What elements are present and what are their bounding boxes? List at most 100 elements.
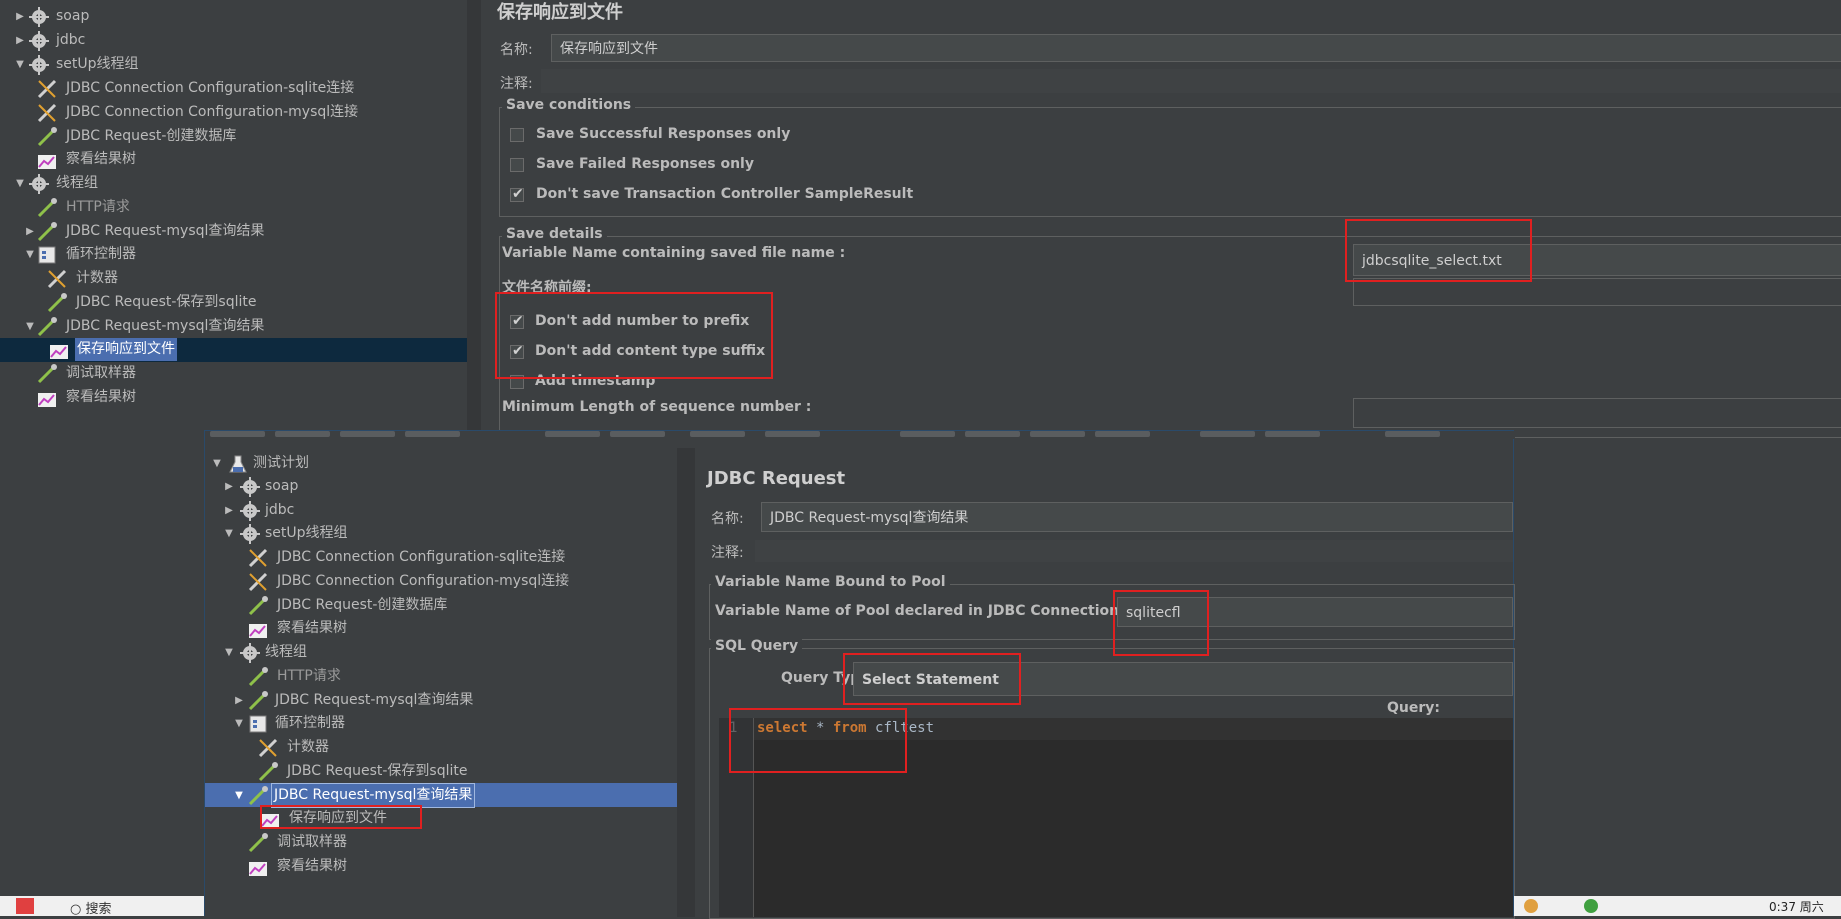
tree-item-jdbc-config-mysql[interactable]: JDBC Connection Configuration-mysql连接: [36, 101, 360, 124]
tree-item-label: JDBC Request-mysql查询结果: [66, 318, 265, 334]
query-label: Query:: [1387, 700, 1440, 716]
toolbar-button[interactable]: [275, 431, 330, 437]
tree-item-jdbc-save-sqlite[interactable]: JDBC Request-保存到sqlite: [46, 291, 258, 314]
back-splitter[interactable]: [467, 0, 481, 430]
tree-item-loop-controller[interactable]: ▼ 循环控制器: [24, 243, 138, 266]
tree-item-jdbc-mysql-query-2[interactable]: ▼ JDBC Request-mysql查询结果: [233, 783, 476, 808]
chart-icon: [36, 149, 58, 171]
wrench-icon: [36, 102, 58, 124]
name-field[interactable]: 保存响应到文件: [551, 34, 1841, 62]
tree-item-label: 调试取样器: [66, 365, 136, 381]
tree-item-setup-threadgroup[interactable]: ▼ setUp线程组: [14, 53, 141, 76]
tree-item-debug-sampler[interactable]: 调试取样器: [247, 831, 349, 854]
collapse-arrow-icon[interactable]: ▼: [211, 458, 223, 470]
front-splitter[interactable]: [677, 448, 695, 917]
tree-item-label: JDBC Request-mysql查询结果: [66, 223, 265, 239]
tray-icon[interactable]: [1584, 899, 1598, 913]
gear-icon: [239, 500, 261, 522]
tray-icon[interactable]: [1524, 899, 1538, 913]
expand-arrow-icon[interactable]: ▶: [24, 226, 36, 238]
var-name-label: Variable Name containing saved file name…: [502, 245, 846, 261]
save-successful-checkbox[interactable]: [510, 128, 524, 142]
tree-item-debug-sampler[interactable]: 调试取样器: [36, 362, 138, 385]
tree-item-loop-controller[interactable]: ▼ 循环控制器: [233, 712, 347, 735]
tree-item-http-request[interactable]: HTTP请求: [36, 196, 132, 219]
toolbar-button[interactable]: [405, 431, 460, 437]
collapse-arrow-icon[interactable]: ▼: [223, 647, 235, 659]
collapse-arrow-icon[interactable]: ▼: [233, 718, 245, 730]
taskbar-search[interactable]: ○ 搜索: [70, 898, 112, 917]
toolbar-button[interactable]: [1030, 431, 1085, 437]
prefix-field[interactable]: [1353, 278, 1841, 306]
name-field[interactable]: JDBC Request-mysql查询结果: [761, 502, 1513, 532]
tree-item-jdbc-mysql-query-2[interactable]: ▼ JDBC Request-mysql查询结果: [24, 315, 266, 338]
collapse-arrow-icon[interactable]: ▼: [24, 249, 36, 261]
comment-field[interactable]: [755, 540, 1513, 562]
tree-item-label: 察看结果树: [66, 151, 136, 167]
tree-item-http-request[interactable]: HTTP请求: [247, 665, 343, 688]
expand-arrow-icon[interactable]: ▶: [233, 695, 245, 707]
toolbar-button[interactable]: [1200, 431, 1255, 437]
tree-item-jdbc-config-mysql[interactable]: JDBC Connection Configuration-mysql连接: [247, 570, 571, 593]
expand-arrow-icon[interactable]: ▶: [14, 11, 26, 23]
tree-item-view-results[interactable]: 察看结果树: [247, 617, 349, 640]
tree-item-view-results[interactable]: 察看结果树: [36, 148, 138, 171]
tree-item-jdbc[interactable]: ▶ jdbc: [14, 29, 87, 52]
tree-item-jdbc-config-sqlite[interactable]: JDBC Connection Configuration-sqlite连接: [247, 546, 567, 569]
toolbar-button[interactable]: [545, 431, 600, 437]
toolbar-button[interactable]: [690, 431, 745, 437]
pipette-icon: [36, 316, 58, 338]
dont-save-tc-checkbox[interactable]: [510, 186, 524, 202]
app-icon[interactable]: [16, 898, 34, 914]
highlight-sql: [729, 708, 907, 773]
tree-item-threadgroup[interactable]: ▼ 线程组: [14, 172, 100, 195]
toolbar-button[interactable]: [900, 431, 955, 437]
tree-item-jdbc-save-sqlite[interactable]: JDBC Request-保存到sqlite: [257, 760, 469, 783]
collapse-arrow-icon[interactable]: ▼: [233, 790, 245, 802]
collapse-arrow-icon[interactable]: ▼: [223, 528, 235, 540]
gear-icon: [28, 173, 50, 195]
expand-arrow-icon[interactable]: ▶: [14, 35, 26, 47]
gear-icon: [28, 54, 50, 76]
tree-item-setup-threadgroup[interactable]: ▼ setUp线程组: [223, 522, 350, 545]
tree-item-counter[interactable]: 计数器: [46, 267, 120, 290]
tree-item-jdbc-config-sqlite[interactable]: JDBC Connection Configuration-sqlite连接: [36, 77, 356, 100]
page-title: 保存响应到文件: [497, 2, 623, 23]
tree-item-jdbc-create-db[interactable]: JDBC Request-创建数据库: [36, 125, 238, 148]
tree-item-threadgroup[interactable]: ▼ 线程组: [223, 641, 309, 664]
expand-arrow-icon[interactable]: ▶: [223, 505, 235, 517]
search-text: 搜索: [85, 902, 112, 917]
tree-item-label: JDBC Request-创建数据库: [277, 597, 448, 613]
tree-item-jdbc-mysql-query-1[interactable]: ▶ JDBC Request-mysql查询结果: [233, 689, 475, 712]
min-length-field[interactable]: [1353, 398, 1841, 428]
collapse-arrow-icon[interactable]: ▼: [14, 178, 26, 190]
save-failed-checkbox[interactable]: [510, 158, 524, 172]
toolbar-button[interactable]: [1265, 431, 1320, 437]
tree-item-jdbc-mysql-query-1[interactable]: ▶ JDBC Request-mysql查询结果: [24, 220, 266, 243]
pipette-icon: [247, 832, 269, 854]
tree-item-jdbc[interactable]: ▶ jdbc: [223, 499, 296, 522]
toolbar-button[interactable]: [210, 431, 265, 437]
clock: 0:37 周六: [1769, 900, 1824, 914]
tree-item-soap[interactable]: ▶ soap: [223, 475, 300, 498]
tree-item-label: JDBC Request-保存到sqlite: [287, 763, 468, 779]
toolbar-button[interactable]: [765, 431, 820, 437]
collapse-arrow-icon[interactable]: ▼: [14, 59, 26, 71]
toolbar-button[interactable]: [340, 431, 395, 437]
toolbar-button[interactable]: [610, 431, 665, 437]
toolbar-button[interactable]: [965, 431, 1020, 437]
tree-item-counter[interactable]: 计数器: [257, 736, 331, 759]
expand-arrow-icon[interactable]: ▶: [223, 481, 235, 493]
pipette-icon: [46, 292, 68, 314]
tree-item-view-results-2[interactable]: 察看结果树: [247, 855, 349, 878]
toolbar-button[interactable]: [1385, 431, 1440, 437]
tree-item-test-plan[interactable]: ▼ 测试计划: [211, 452, 311, 475]
tree-item-soap[interactable]: ▶ soap: [14, 5, 91, 28]
comment-field[interactable]: [541, 69, 1841, 93]
tree-item-save-response-file[interactable]: 保存响应到文件: [48, 338, 177, 361]
tree-item-jdbc-create-db[interactable]: JDBC Request-创建数据库: [247, 594, 449, 617]
collapse-arrow-icon[interactable]: ▼: [24, 321, 36, 333]
tree-item-view-results-2[interactable]: 察看结果树: [36, 386, 138, 409]
toolbar-button[interactable]: [1095, 431, 1150, 437]
pipette-icon: [247, 595, 269, 617]
